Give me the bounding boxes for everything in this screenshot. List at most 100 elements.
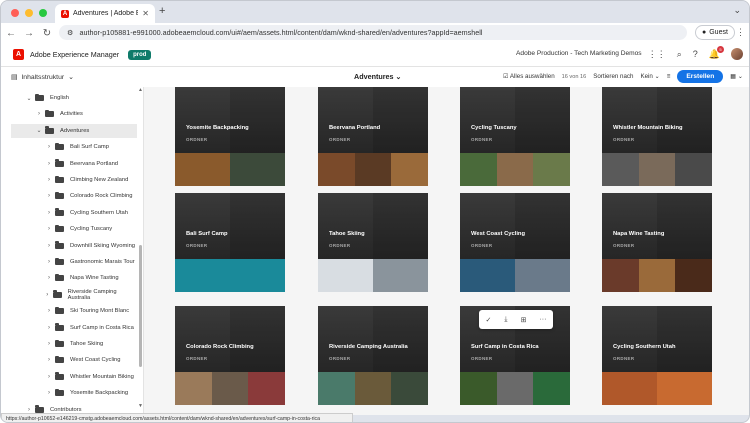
folder-card[interactable]: Napa Wine Tasting ORDNER (602, 193, 712, 292)
tree-item[interactable]: › Cycling Tuscany (11, 222, 137, 236)
thumbnail-image (638, 259, 676, 292)
thumbnail-image (318, 372, 355, 405)
tree-item[interactable]: › Surf Camp in Costa Rica (11, 321, 137, 335)
chevron-right-icon[interactable]: › (45, 275, 53, 281)
download-icon[interactable]: ⤓ (504, 316, 507, 324)
tree-item[interactable]: ⌄ Adventures (11, 123, 137, 138)
breadcrumb[interactable]: Adventures ⌄ (354, 72, 402, 81)
tree-item[interactable]: › Yosemite Backpacking (11, 386, 137, 400)
chevron-right-icon[interactable]: › (45, 325, 53, 331)
rail-toggle-button[interactable]: ▤ Inhaltsstruktur ⌄ (11, 73, 74, 82)
org-switcher[interactable]: Adobe Production - Tech Marketing Demos (516, 50, 642, 57)
folder-card[interactable]: Yosemite Backpacking ORDNER (175, 87, 285, 186)
view-switcher-icon[interactable]: ▦ ⌄ (730, 73, 743, 80)
chevron-right-icon[interactable]: › (45, 193, 53, 199)
tree-item[interactable]: › Napa Wine Tasting (11, 271, 137, 285)
address-bar[interactable]: ⚙ author-p105881-e991000.adobeaemcloud.c… (59, 25, 687, 40)
tree-item[interactable]: › Gastronomic Marais Tour (11, 255, 137, 269)
folder-card[interactable]: Tahoe Skiing ORDNER (318, 193, 428, 292)
create-button[interactable]: Erstellen (677, 70, 724, 83)
properties-icon[interactable]: ⊞ (521, 316, 527, 324)
sort-direction-icon[interactable]: ≡ (667, 73, 671, 80)
folder-card[interactable]: Whistler Mountain Biking ORDNER (602, 87, 712, 186)
chevron-down-icon[interactable]: ⌄ (35, 127, 43, 134)
close-window-button[interactable] (11, 9, 19, 17)
close-tab-icon[interactable]: ✕ (142, 9, 149, 18)
forward-icon[interactable]: → (21, 28, 37, 39)
select-check-icon[interactable]: ✓ (486, 316, 492, 324)
tree-item[interactable]: › West Coast Cycling (11, 353, 137, 367)
tree-item[interactable]: › Activities (11, 107, 137, 121)
chevron-down-icon: ⌄ (68, 74, 74, 81)
chevron-right-icon[interactable]: › (45, 259, 53, 265)
tree-item[interactable]: › Ski Touring Mont Blanc (11, 304, 137, 318)
chevron-right-icon[interactable]: › (45, 144, 53, 150)
chevron-right-icon[interactable]: › (45, 357, 53, 363)
tree-item[interactable]: › Downhill Skiing Wyoming (11, 239, 137, 253)
search-icon[interactable]: ⌕ (677, 49, 682, 60)
zoom-window-button[interactable] (39, 9, 47, 17)
chevron-right-icon[interactable]: › (35, 111, 43, 117)
sort-dropdown[interactable]: Kein ⌄ (640, 73, 659, 80)
chevron-right-icon[interactable]: › (45, 308, 53, 314)
tree-item[interactable]: › Colorado Rock Climbing (11, 189, 137, 203)
browser-menu-icon[interactable]: ⋮ (736, 27, 745, 38)
folder-card[interactable]: Riverside Camping Australia ORDNER (318, 306, 428, 405)
folder-card[interactable]: Bali Surf Camp ORDNER (175, 193, 285, 292)
select-all-button[interactable]: ☑ Alles auswählen (503, 73, 555, 80)
site-info-icon[interactable]: ⚙ (67, 28, 73, 37)
chevron-right-icon[interactable]: › (45, 161, 53, 167)
folder-icon (55, 224, 64, 233)
window-controls (11, 9, 47, 17)
avatar[interactable] (731, 48, 743, 60)
tree-item[interactable]: › Cycling Southern Utah (11, 206, 137, 220)
chevron-right-icon[interactable]: › (25, 407, 33, 413)
app-title[interactable]: Adobe Experience Manager (30, 50, 119, 59)
tab-search-icon[interactable]: ⌄ (733, 5, 741, 16)
folder-card[interactable]: West Coast Cycling ORDNER (460, 193, 570, 292)
card-cover (460, 193, 570, 259)
more-icon[interactable]: ··· (539, 316, 546, 323)
folder-card[interactable]: Cycling Tuscany ORDNER (460, 87, 570, 186)
adobe-logo-icon[interactable]: A (13, 49, 24, 60)
tree-item[interactable]: › Whistler Mountain Biking (11, 370, 137, 384)
chevron-right-icon[interactable]: › (45, 210, 53, 216)
tree-item[interactable]: › Riverside Camping Australia (11, 288, 137, 302)
back-icon[interactable]: ← (3, 28, 19, 39)
chevron-right-icon[interactable]: › (45, 226, 53, 232)
chevron-right-icon[interactable]: › (45, 243, 53, 249)
browser-tab[interactable]: A Adventures | Adobe Experience ✕ (55, 4, 155, 23)
profile-button[interactable]: ● Guest (695, 25, 735, 40)
tree-item[interactable]: › Beervana Portland (11, 157, 137, 171)
tree-item[interactable]: › Tahoe Skiing (11, 337, 137, 351)
notification-count-badge: 5 (717, 45, 724, 53)
new-tab-button[interactable]: + (159, 5, 165, 17)
card-thumbnails (460, 372, 570, 405)
reload-icon[interactable]: ↻ (39, 28, 55, 39)
minimize-window-button[interactable] (25, 9, 33, 17)
chevron-right-icon[interactable]: › (45, 177, 53, 183)
tree-item-label: Tahoe Skiing (70, 341, 104, 347)
card-type-label: ORDNER (471, 137, 493, 142)
tree-scrollbar[interactable] (139, 245, 142, 367)
chevron-right-icon[interactable]: › (45, 341, 53, 347)
tree-item[interactable]: ⌄ English (11, 91, 137, 105)
folder-icon (55, 355, 64, 364)
chevron-right-icon[interactable]: › (43, 292, 51, 298)
chevron-right-icon[interactable]: › (45, 390, 53, 396)
scroll-up-arrow-icon[interactable]: ▲ (138, 87, 143, 93)
chevron-right-icon[interactable]: › (45, 374, 53, 380)
folder-card[interactable]: Colorado Rock Climbing ORDNER (175, 306, 285, 405)
folder-icon (55, 257, 64, 265)
folder-card[interactable]: Cycling Southern Utah ORDNER (602, 306, 712, 405)
card-type-label: ORDNER (186, 356, 208, 361)
tree-item[interactable]: › Bali Surf Camp (11, 140, 137, 154)
help-icon[interactable]: ? (693, 49, 698, 59)
notifications-bell-icon[interactable]: 🔔 5 (709, 45, 724, 60)
scroll-down-arrow-icon[interactable]: ▼ (138, 403, 143, 409)
select-all-label: Alles auswählen (509, 73, 555, 80)
tree-item[interactable]: › Climbing New Zealand (11, 173, 137, 187)
folder-card[interactable]: Beervana Portland ORDNER (318, 87, 428, 186)
apps-grid-icon[interactable]: ⋮⋮ (648, 49, 666, 60)
chevron-down-icon[interactable]: ⌄ (25, 95, 33, 102)
